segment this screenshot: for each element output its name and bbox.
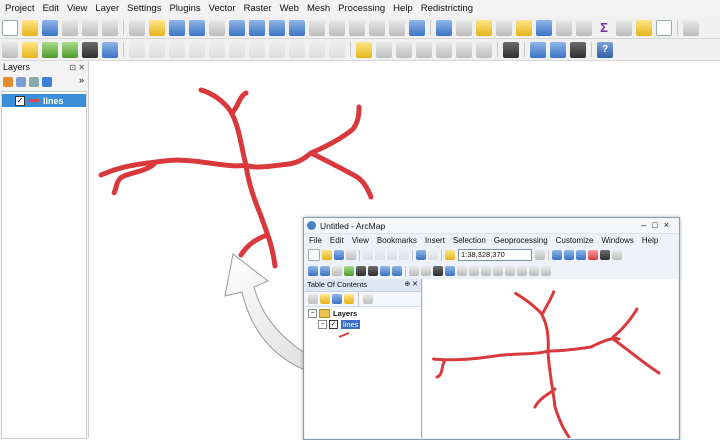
toolbar-separator [441,249,442,261]
arc-catalog-icon[interactable] [564,250,574,260]
arc-model-builder-icon[interactable] [612,250,622,260]
arc-fixed-zoom-in-icon[interactable] [356,266,366,276]
toc-group-layers[interactable]: − Layers [308,309,357,318]
arcmap-titlebar: Untitled - ArcMap –□× [304,218,679,234]
arc-undo-icon[interactable] [416,250,426,260]
toc-header: Table Of Contents ⊕ ✕ [305,279,421,292]
list-by-visibility-icon[interactable] [332,294,342,304]
arc-toc-window-icon[interactable] [552,250,562,260]
arc-forward-icon[interactable] [392,266,402,276]
arcmap-standard-toolbar: 1:38,328,370 [304,247,679,263]
arc-full-extent-icon[interactable] [344,266,354,276]
arc-open-icon[interactable] [322,250,332,260]
arc-line-north-spur [541,289,556,315]
arc-clear-selection-icon[interactable] [421,266,431,276]
arc-line-northeast-branch [611,307,639,339]
arc-line-southeast-branch [611,337,661,375]
arc-hyperlink-icon[interactable] [457,266,467,276]
arcmap-menubar: File Edit View Bookmarks Insert Selectio… [304,234,679,247]
arcmap-lines-features [431,289,661,438]
arc-line-east-branch [546,337,621,353]
toolbar-separator [405,265,406,277]
arc-menu-geoprocessing[interactable]: Geoprocessing [490,236,552,245]
arc-redo-icon[interactable] [428,250,438,260]
arcmap-table-of-contents: Table Of Contents ⊕ ✕ − Layers − ✓ lines [305,279,422,438]
arc-menu-edit[interactable]: Edit [326,236,348,245]
arc-select-elements-icon[interactable] [433,266,443,276]
arcmap-data-view[interactable] [423,279,678,438]
arc-menu-help[interactable]: Help [638,236,662,245]
arc-select-by-rect-icon[interactable] [409,266,419,276]
arc-arctoolbox-icon[interactable] [588,250,598,260]
arc-add-data-icon[interactable] [445,250,455,260]
list-by-drawing-order-icon[interactable] [308,294,318,304]
toc-group-name: Layers [333,309,358,318]
arc-paste-icon[interactable] [387,250,397,260]
arc-menu-customize[interactable]: Customize [552,236,598,245]
arc-cut-icon[interactable] [363,250,373,260]
arc-html-popup-icon[interactable] [469,266,479,276]
arc-new-icon[interactable] [308,249,320,261]
list-by-selection-icon[interactable] [344,294,354,304]
toc-layer-checkbox[interactable]: ✓ [329,320,338,329]
window-controls[interactable]: –□× [641,218,675,233]
collapse-layer-icon[interactable]: − [318,320,327,329]
arc-menu-insert[interactable]: Insert [421,236,449,245]
toc-options-icon[interactable] [363,294,373,304]
toc-title: Table Of Contents [307,280,368,289]
arc-menu-file[interactable]: File [304,236,326,245]
arc-menu-windows[interactable]: Windows [597,236,637,245]
arc-line-west-spur [435,358,447,379]
collapse-group-icon[interactable]: − [308,309,317,318]
arc-zoom-in-icon[interactable] [308,266,318,276]
toc-layer-lines[interactable]: − ✓ lines [318,320,361,329]
arc-fixed-zoom-out-icon[interactable] [368,266,378,276]
arc-line-west-branch [431,349,550,362]
arc-copy-icon[interactable] [375,250,385,260]
arc-menu-bookmarks[interactable]: Bookmarks [373,236,421,245]
arc-editor-icon[interactable] [535,250,545,260]
arc-menu-view[interactable]: View [348,236,373,245]
toc-layer-name: lines [341,320,361,329]
arcmap-app-icon [307,221,316,230]
arc-print-icon[interactable] [346,250,356,260]
toolbar-separator [358,291,359,307]
arc-python-icon[interactable] [600,250,610,260]
arc-viewer-icon[interactable] [541,266,551,276]
arc-measure-icon[interactable] [481,266,491,276]
arc-delete-icon[interactable] [399,250,409,260]
toc-line-symbol-icon [338,332,350,338]
arcmap-tools-toolbar [304,263,679,279]
arc-route-icon[interactable] [505,266,515,276]
arc-goto-xy-icon[interactable] [517,266,527,276]
arc-find-icon[interactable] [493,266,503,276]
arc-menu-selection[interactable]: Selection [449,236,490,245]
arcmap-window-title: Untitled - ArcMap [320,220,386,231]
toc-pin-close-icon[interactable]: ⊕ ✕ [404,279,418,291]
arc-zoom-out-icon[interactable] [320,266,330,276]
map-scale-input[interactable]: 1:38,328,370 [458,249,532,261]
arc-search-icon[interactable] [576,250,586,260]
arc-line-south-branch [546,349,571,438]
arc-save-icon[interactable] [334,250,344,260]
arc-line-south-spur [533,387,557,409]
arc-identify-icon[interactable] [445,266,455,276]
toolbar-separator [548,249,549,261]
arc-time-slider-icon[interactable] [529,266,539,276]
toolbar-separator [359,249,360,261]
list-by-source-icon[interactable] [320,294,330,304]
toolbar-separator [412,249,413,261]
arc-pan-icon[interactable] [332,266,342,276]
arc-back-icon[interactable] [380,266,390,276]
toc-toolbar [305,291,421,307]
arcmap-window: Untitled - ArcMap –□× File Edit View Boo… [303,217,680,440]
layers-folder-icon [319,309,330,318]
arc-line-north-branch [513,291,550,353]
